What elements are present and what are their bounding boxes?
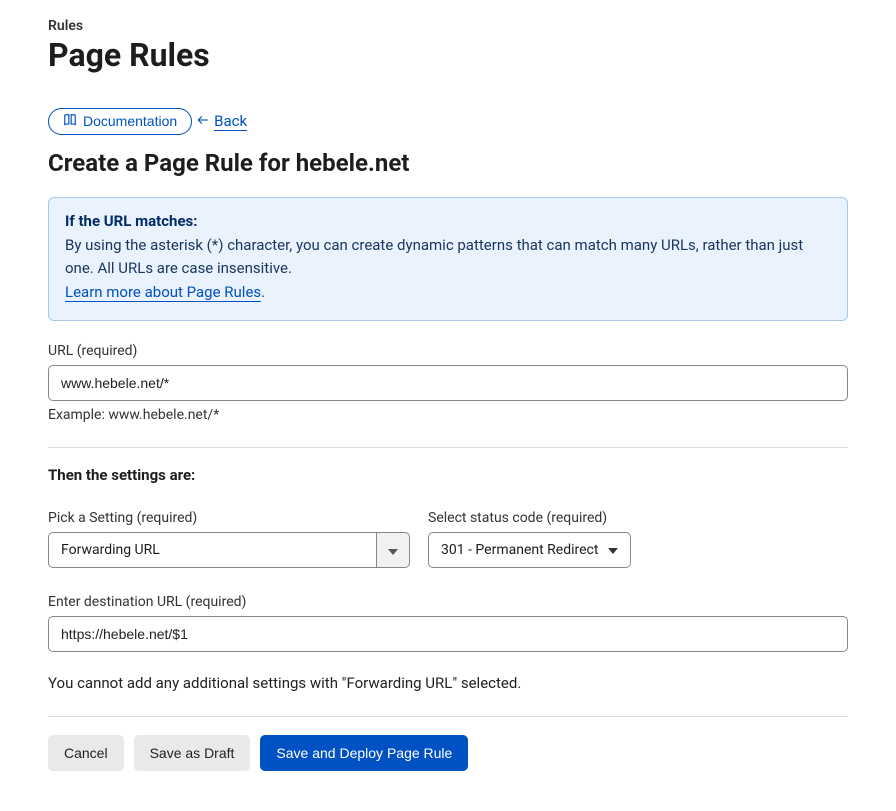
section-title: Create a Page Rule for hebele.net [48, 149, 848, 177]
setting-caret-button[interactable] [376, 532, 410, 568]
save-draft-button[interactable]: Save as Draft [134, 735, 251, 771]
divider [48, 716, 848, 717]
caret-down-icon [388, 540, 398, 559]
info-box: If the URL matches: By using the asteris… [48, 197, 848, 321]
setting-value[interactable]: Forwarding URL [48, 532, 376, 568]
url-input[interactable] [48, 365, 848, 401]
info-body: By using the asterisk (*) character, you… [65, 234, 831, 304]
url-example: Example: www.hebele.net/* [48, 407, 848, 423]
status-label: Select status code (required) [428, 510, 631, 526]
back-label: Back [214, 112, 247, 131]
breadcrumb: Rules [48, 18, 848, 34]
arrow-left-icon [196, 113, 210, 131]
status-select[interactable]: 301 - Permanent Redirect [428, 532, 631, 568]
back-link[interactable]: Back [196, 112, 247, 131]
setting-select[interactable]: Forwarding URL [48, 532, 410, 568]
caret-down-icon [606, 542, 618, 558]
learn-more-link[interactable]: Learn more about Page Rules [65, 283, 261, 302]
restriction-note: You cannot add any additional settings w… [48, 674, 848, 692]
documentation-label: Documentation [83, 113, 177, 129]
book-icon [63, 113, 77, 130]
info-title: If the URL matches: [65, 212, 831, 230]
destination-label: Enter destination URL (required) [48, 594, 848, 610]
button-row: Cancel Save as Draft Save and Deploy Pag… [48, 735, 848, 771]
divider [48, 447, 848, 448]
info-body-text: By using the asterisk (*) character, you… [65, 236, 803, 277]
info-suffix: . [261, 283, 265, 301]
setting-label: Pick a Setting (required) [48, 510, 410, 526]
page-title: Page Rules [48, 36, 848, 74]
save-deploy-button[interactable]: Save and Deploy Page Rule [260, 735, 468, 771]
documentation-button[interactable]: Documentation [48, 108, 192, 135]
status-value: 301 - Permanent Redirect [441, 542, 598, 558]
cancel-button[interactable]: Cancel [48, 735, 124, 771]
then-heading: Then the settings are: [48, 466, 848, 484]
destination-input[interactable] [48, 616, 848, 652]
url-label: URL (required) [48, 343, 848, 359]
